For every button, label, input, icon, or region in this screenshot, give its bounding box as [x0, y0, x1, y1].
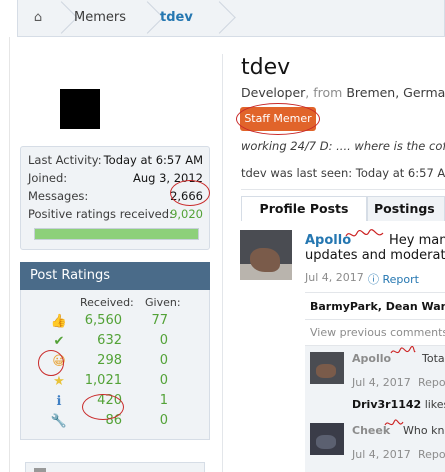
last-seen: tdev was last seen: Today at 6:57 AM: [241, 166, 445, 180]
post-date[interactable]: Jul 4, 2017: [305, 271, 364, 284]
comment-text: Who kno: [403, 424, 445, 437]
user-role: Developer: [241, 85, 306, 100]
joined-row: Joined: Aug 3, 2012: [28, 169, 203, 187]
block-icon: [34, 468, 46, 472]
user-location[interactable]: Bremen, Germany: [346, 85, 445, 100]
report-label: Report: [382, 273, 419, 286]
rating-received-count[interactable]: 420: [80, 393, 122, 408]
breadcrumb: ⌂ Memers tdev: [17, 0, 445, 37]
comment-date[interactable]: Jul 4, 2017: [352, 448, 411, 461]
last-activity-row: Last Activity: Today at 6:57 AM: [28, 151, 203, 169]
column-divider: [222, 54, 223, 472]
member-stats: Last Activity: Today at 6:57 AM Joined: …: [20, 146, 210, 250]
user-status: working 24/7 D: .... where is the coffee: [241, 139, 445, 153]
post-likes[interactable]: BarmyPark, Dean Wang,: [305, 292, 445, 320]
post-text-line1: Hey man,: [389, 233, 445, 248]
comment-report-link[interactable]: Repo: [418, 448, 445, 461]
staff-badge: Staff Memer: [240, 107, 316, 131]
messages-row: Messages: 2,666: [28, 187, 203, 205]
wrench-icon: 🔧: [50, 414, 68, 429]
rating-received-count[interactable]: 86: [80, 413, 122, 428]
comment-liker[interactable]: Driv3r1142: [352, 398, 421, 411]
report-link[interactable]: ⓘ Report: [368, 271, 419, 287]
rating-received-count[interactable]: 6,560: [80, 313, 122, 328]
messages-value[interactable]: 2,666: [170, 187, 203, 205]
given-header: Given:: [145, 296, 181, 309]
breadcrumb-separator: [144, 0, 156, 36]
page-title: tdev: [241, 55, 291, 80]
star-icon: ★: [53, 374, 65, 389]
positive-ratings-label: Positive ratings received:: [28, 207, 173, 221]
rating-received-count[interactable]: 1,021: [80, 373, 122, 388]
view-previous-comments[interactable]: View previous comments...: [310, 326, 445, 339]
red-scribble-annotation: [384, 419, 404, 426]
thumbs-up-icon: 👍: [50, 314, 68, 329]
divider: [241, 189, 445, 190]
sidebar-next-block: [25, 462, 205, 472]
comment-author-avatar[interactable]: [310, 423, 344, 455]
avatar-image-figure: [316, 364, 336, 378]
rating-given-count[interactable]: 0: [140, 333, 168, 348]
comment-author-avatar[interactable]: [310, 352, 344, 384]
tab-profile-posts[interactable]: Profile Posts: [241, 196, 367, 221]
comment-likes-text: likes t: [424, 398, 445, 411]
avatar-image-figure: [250, 248, 280, 272]
info-icon: ⓘ: [368, 273, 383, 286]
profile-tabs: Profile Posts Postings: [241, 196, 445, 221]
positive-ratings-bar: [34, 228, 199, 240]
profile-page: ⌂ Memers tdev Last Activity: Today at 6:…: [0, 0, 445, 472]
breadcrumb-separator: [58, 0, 70, 36]
comment-likes[interactable]: Driv3r1142 likes t: [352, 398, 445, 411]
positive-ratings-value: 9,020: [170, 207, 203, 221]
funny-icon: 😀: [52, 354, 66, 369]
avatar-image-figure: [316, 435, 336, 449]
joined-value: Aug 3, 2012: [132, 171, 203, 185]
rating-received-count[interactable]: 632: [80, 333, 122, 348]
post-text-line2: updates and moderate: [305, 248, 445, 263]
received-header: Received:: [80, 296, 134, 309]
comment-text: Tota: [422, 352, 445, 365]
from-text: , from: [305, 85, 347, 100]
rating-given-count[interactable]: 1: [140, 393, 168, 408]
rating-given-count[interactable]: 0: [140, 353, 168, 368]
avatar[interactable]: [60, 89, 100, 129]
messages-label: Messages:: [28, 189, 89, 203]
breadcrumb-separator: [216, 0, 228, 36]
breadcrumb-current-user[interactable]: tdev: [160, 0, 193, 36]
comment-date[interactable]: Jul 4, 2017: [352, 376, 411, 389]
joined-label: Joined:: [28, 171, 68, 185]
check-icon: ✔: [53, 334, 65, 349]
positive-ratings-row: Positive ratings received: 9,020: [28, 205, 203, 223]
info-icon: ℹ: [56, 394, 62, 409]
red-scribble-annotation: [390, 346, 416, 354]
rating-given-count[interactable]: 0: [140, 373, 168, 388]
page-left-edge: [0, 37, 10, 472]
rating-given-count[interactable]: 0: [140, 413, 168, 428]
last-activity-label: Last Activity:: [28, 153, 102, 167]
last-activity-value: Today at 6:57 AM: [103, 153, 203, 167]
rating-given-count[interactable]: 77: [140, 313, 168, 328]
post-author-avatar[interactable]: [240, 230, 292, 280]
comment-report-link[interactable]: Repo: [418, 376, 445, 389]
post-ratings-header: Post Ratings: [20, 262, 210, 290]
breadcrumb-memers[interactable]: Memers: [74, 0, 126, 36]
rating-received-count[interactable]: 298: [80, 353, 122, 368]
user-tagline: Developer, from Bremen, Germany: [241, 85, 445, 100]
red-scribble-annotation: [345, 229, 384, 237]
comment-author[interactable]: Apollo: [352, 352, 391, 365]
tab-postings[interactable]: Postings: [367, 196, 445, 221]
